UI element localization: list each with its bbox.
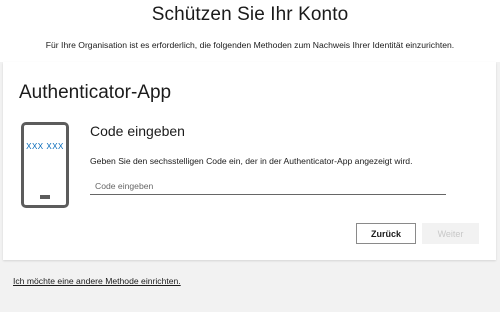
- page-header: Schützen Sie Ihr Konto Für Ihre Organisa…: [0, 0, 500, 62]
- setup-page: Schützen Sie Ihr Konto Für Ihre Organisa…: [0, 0, 500, 312]
- method-card: Authenticator-App XXX XXX Code eingeben …: [3, 62, 496, 260]
- phone-code-text: XXX XXX: [26, 142, 64, 151]
- code-description: Geben Sie den sechsstelligen Code ein, d…: [90, 156, 413, 166]
- code-input[interactable]: [90, 177, 446, 195]
- next-button[interactable]: Weiter: [422, 223, 479, 244]
- method-title: Authenticator-App: [19, 82, 172, 103]
- page-subtitle: Für Ihre Organisation ist es erforderlic…: [45, 40, 455, 50]
- other-method-link[interactable]: Ich möchte eine andere Methode einrichte…: [13, 276, 181, 286]
- phone-icon: XXX XXX: [21, 122, 69, 208]
- phone-home-button: [40, 195, 50, 199]
- back-button[interactable]: Zurück: [356, 223, 416, 244]
- page-title: Schützen Sie Ihr Konto: [151, 4, 349, 25]
- code-heading: Code eingeben: [90, 123, 185, 139]
